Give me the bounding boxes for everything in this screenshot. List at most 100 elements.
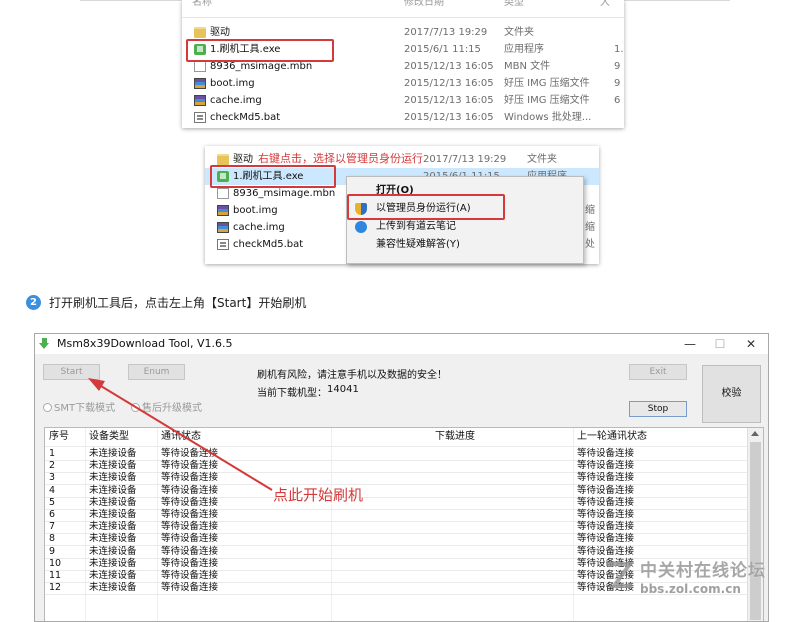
rar-icon	[217, 205, 229, 216]
file-date: 2017/7/13 19:29	[423, 154, 507, 165]
context-menu: 打开(O) 以管理员身份运行(A) 上传到有道云笔记 兼容性疑难解答(Y)	[346, 176, 584, 264]
table-cell: 等待设备连接	[577, 509, 635, 520]
table-cell: 等待设备连接	[161, 472, 219, 484]
table-cell: 未连接设备	[89, 496, 137, 508]
table-cell: 等待设备连接	[161, 509, 219, 520]
table-cell: 等待设备连接	[161, 521, 219, 533]
watermark-url: bbs.zol.com.cn	[640, 582, 741, 596]
maximize-button[interactable]: ☐	[705, 335, 735, 353]
vertical-scrollbar[interactable]	[747, 428, 763, 621]
table-cell: 未连接设备	[89, 557, 137, 569]
table-row[interactable]: 7 未连接设备 等待设备连接 等待设备连接	[45, 521, 747, 535]
cloud-icon	[355, 221, 367, 233]
table-row[interactable]: 6 未连接设备 等待设备连接 等待设备连接	[45, 509, 747, 522]
column-header[interactable]: 上一轮通讯状态	[577, 428, 647, 446]
rar-icon	[217, 222, 229, 233]
table-cell: 2	[49, 460, 56, 472]
file-name: checkMd5.bat	[233, 239, 304, 250]
smt-mode-label: SMT下载模式	[54, 403, 116, 414]
step-instruction: 打开刷机工具后，点击左上角【Start】开始刷机	[49, 296, 307, 310]
table-cell: 未连接设备	[89, 460, 137, 472]
table-cell: 等待设备连接	[577, 533, 635, 545]
table-row[interactable]: 4 未连接设备 等待设备连接 等待设备连接	[45, 484, 747, 498]
aftersale-mode-radio[interactable]: 售后升级模式	[131, 399, 202, 414]
file-type: Windows 批处理...	[504, 112, 592, 123]
file-icon	[217, 188, 229, 199]
folder-icon	[217, 154, 229, 165]
table-row[interactable]: 1 未连接设备 等待设备连接 等待设备连接	[45, 448, 747, 461]
bat-icon	[217, 239, 229, 250]
table-cell: 等待设备连接	[161, 448, 219, 459]
table-cell: 等待设备连接	[577, 460, 635, 472]
start-annotation: 点此开始刷机	[273, 486, 364, 504]
column-name[interactable]: 名称	[192, 0, 212, 11]
column-date[interactable]: 修改日期	[404, 0, 444, 11]
table-cell: 5	[49, 496, 56, 508]
file-explorer-list: 名称 修改日期 类型 大 驱动 2017/7/13 19:29 文件夹 1.刷机工具.…	[182, 0, 624, 128]
column-header[interactable]: 序号	[49, 428, 69, 446]
enum-button[interactable]: Enum	[128, 364, 185, 380]
window-title: Msm8x39Download Tool, V1.6.5	[57, 337, 233, 350]
table-cell: 未连接设备	[89, 570, 137, 581]
file-row[interactable]: cache.img 2015/12/13 16:05 好压 IMG 压缩文件 6	[182, 92, 624, 109]
minimize-button[interactable]: —	[675, 335, 705, 353]
context-menu-label: 兼容性疑难解答(Y)	[376, 239, 460, 250]
bat-icon	[194, 112, 206, 123]
table-row[interactable]: 3 未连接设备 等待设备连接 等待设备连接	[45, 472, 747, 486]
stop-button[interactable]: Stop	[629, 401, 687, 417]
scroll-up-icon[interactable]	[751, 431, 759, 436]
verify-button[interactable]: 校验	[702, 365, 761, 423]
file-type: 好压 IMG 压缩文件	[504, 95, 590, 106]
table-cell: 6	[49, 509, 56, 520]
start-button[interactable]: Start	[43, 364, 100, 380]
table-cell: 12	[49, 582, 62, 594]
context-menu-label: 上传到有道云笔记	[376, 221, 456, 232]
column-header[interactable]: 下载进度	[435, 428, 475, 446]
file-date: 2015/6/1 11:15	[404, 44, 481, 55]
table-cell: 等待设备连接	[161, 545, 219, 557]
table-cell: 等待设备连接	[161, 533, 219, 545]
context-menu-item[interactable]: 上传到有道云笔记	[347, 218, 583, 236]
scroll-thumb[interactable]	[750, 442, 761, 620]
table-cell: 等待设备连接	[577, 545, 635, 557]
table-cell: 8	[49, 533, 56, 545]
table-cell: 3	[49, 472, 56, 484]
radio-circle-icon	[43, 403, 52, 412]
column-header[interactable]: 通讯状态	[161, 428, 201, 446]
table-row[interactable]: 2 未连接设备 等待设备连接 等待设备连接	[45, 460, 747, 474]
file-size: 9	[614, 61, 621, 72]
column-size[interactable]: 大	[600, 0, 610, 11]
table-row[interactable]: 8 未连接设备 等待设备连接 等待设备连接	[45, 533, 747, 547]
column-header[interactable]: 设备类型	[89, 428, 129, 446]
file-type: 缩	[585, 205, 595, 216]
title-bar[interactable]: Msm8x39Download Tool, V1.6.5 — ☐ ✕	[35, 334, 768, 354]
file-type: 应用程序	[504, 44, 544, 55]
file-row[interactable]: checkMd5.bat 2015/12/13 16:05 Windows 批处理.…	[182, 109, 624, 126]
column-type[interactable]: 类型	[504, 0, 524, 11]
highlight-box-exe	[186, 39, 334, 62]
file-date: 2015/12/13 16:05	[404, 95, 494, 106]
table-cell: 未连接设备	[89, 533, 137, 545]
close-button[interactable]: ✕	[736, 335, 766, 353]
file-date: 2017/7/13 19:29	[404, 27, 488, 38]
file-name: cache.img	[210, 95, 262, 106]
table-row[interactable]: 5 未连接设备 等待设备连接 等待设备连接	[45, 496, 747, 510]
step-number-badge: 2	[26, 295, 41, 310]
context-menu-item[interactable]: 兼容性疑难解答(Y)	[347, 236, 583, 254]
table-cell: 等待设备连接	[161, 557, 219, 569]
rar-icon	[194, 95, 206, 106]
table-cell: 等待设备连接	[577, 521, 635, 533]
file-date: 2015/12/13 16:05	[404, 78, 494, 89]
exit-button[interactable]: Exit	[629, 364, 687, 380]
table-cell: 等待设备连接	[577, 448, 635, 459]
table-cell: 未连接设备	[89, 448, 137, 459]
table-cell: 等待设备连接	[161, 484, 219, 496]
table-cell: 未连接设备	[89, 472, 137, 484]
download-arrow-icon	[39, 338, 50, 349]
file-size: 9	[614, 78, 621, 89]
file-size: 1.	[614, 44, 624, 55]
file-row[interactable]: boot.img 2015/12/13 16:05 好压 IMG 压缩文件 9	[182, 75, 624, 92]
smt-mode-radio[interactable]: SMT下载模式	[43, 399, 115, 414]
rar-icon	[194, 78, 206, 89]
highlight-box-run-as-admin	[347, 194, 505, 220]
